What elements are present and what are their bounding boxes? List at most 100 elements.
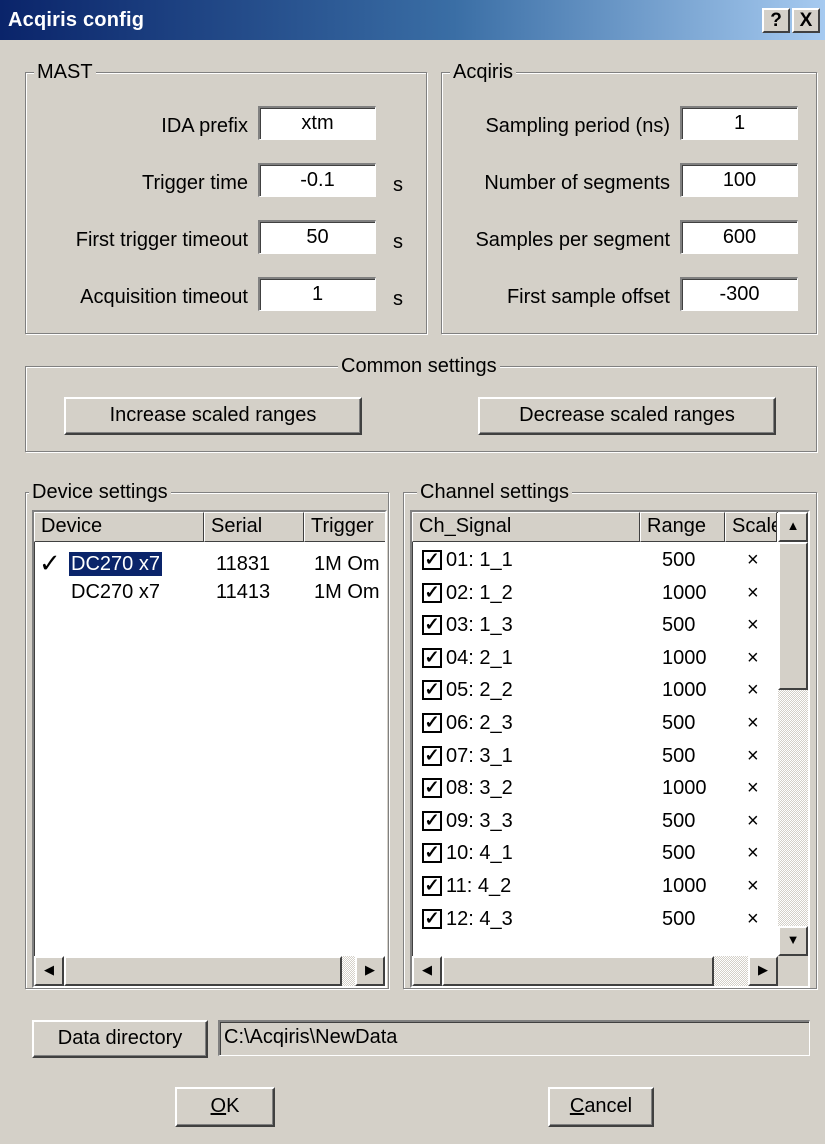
channel-scale: ×	[747, 646, 759, 669]
channel-signal: 01: 1_1	[446, 549, 513, 571]
channel-signal: 02: 1_2	[446, 581, 513, 604]
channel-signal: 12: 4_3	[446, 907, 513, 930]
device-column-header[interactable]: Device	[34, 512, 204, 542]
channel-signal: 11: 4_2	[446, 875, 512, 897]
channel-vscroll-thumb[interactable]	[778, 542, 808, 690]
samples-per-segment-field[interactable]: 600	[680, 220, 798, 254]
device-row-trigger: 1M Om	[314, 553, 380, 575]
channel-range: 500	[662, 907, 696, 930]
channel-checkbox[interactable]: ✓	[422, 615, 442, 636]
scroll-left-icon[interactable]: ◀	[34, 956, 64, 986]
channel-scale: ×	[747, 809, 759, 832]
ida-prefix-label: IDA prefix	[161, 115, 248, 137]
channel-range: 500	[662, 744, 696, 767]
ok-button[interactable]: OK	[175, 1087, 275, 1127]
device-hscroll-thumb[interactable]	[64, 956, 342, 986]
title-bar[interactable]: Acqiris config ? X	[0, 0, 825, 40]
sampling-period-field[interactable]: 1	[680, 106, 798, 140]
channel-settings-title: Channel settings	[417, 480, 572, 504]
channel-range: 1000	[662, 875, 707, 897]
cancel-label: ancel	[584, 1095, 633, 1117]
close-button[interactable]: X	[792, 8, 820, 33]
first-trigger-timeout-field[interactable]: 50	[258, 220, 376, 254]
device-settings-title: Device settings	[29, 480, 171, 504]
channel-scale: ×	[747, 744, 759, 767]
trigger-column-header[interactable]: Trigger	[304, 512, 385, 542]
channel-range: 500	[662, 809, 696, 832]
number-of-segments-label: Number of segments	[484, 172, 670, 194]
channel-checkbox[interactable]: ✓	[422, 843, 442, 864]
channel-checkbox[interactable]: ✓	[422, 810, 442, 831]
scroll-down-icon[interactable]: ▼	[778, 926, 808, 956]
channel-checkbox[interactable]: ✓	[422, 745, 442, 766]
channel-range: 500	[662, 614, 696, 637]
channel-signal: 05: 2_2	[446, 679, 513, 702]
scroll-corner	[778, 956, 808, 986]
channel-signal: 07: 3_1	[446, 744, 513, 767]
ok-label: K	[226, 1095, 240, 1117]
mast-group-title: MAST	[34, 60, 96, 84]
channel-checkbox[interactable]: ✓	[422, 550, 442, 570]
first-trigger-timeout-unit: s	[393, 231, 403, 253]
scroll-right-icon[interactable]: ▶	[748, 956, 778, 986]
acquisition-timeout-field[interactable]: 1	[258, 277, 376, 311]
decrease-scaled-ranges-button[interactable]: Decrease scaled ranges	[478, 397, 776, 435]
first-sample-offset-field[interactable]: -300	[680, 277, 798, 311]
channel-checkbox[interactable]: ✓	[422, 582, 442, 603]
channel-range: 500	[662, 842, 696, 865]
channel-range: 1000	[662, 679, 707, 702]
channel-scale: ×	[747, 777, 759, 800]
increase-scaled-ranges-button[interactable]: Increase scaled ranges	[64, 397, 362, 435]
scroll-up-icon[interactable]: ▲	[778, 512, 808, 542]
acquisition-timeout-label: Acquisition timeout	[80, 286, 248, 308]
channel-checkbox[interactable]: ✓	[422, 876, 442, 896]
scroll-left-icon[interactable]: ◀	[412, 956, 442, 986]
ok-accelerator: O	[210, 1095, 227, 1117]
channel-range: 1000	[662, 581, 707, 604]
channel-checkbox[interactable]: ✓	[422, 908, 442, 929]
first-trigger-timeout-label: First trigger timeout	[75, 229, 248, 251]
window-title: Acqiris config	[8, 9, 145, 31]
data-directory-field[interactable]: C:\Acqiris\NewData	[218, 1020, 810, 1056]
data-directory-button[interactable]: Data directory	[32, 1020, 208, 1058]
cancel-accelerator: C	[569, 1095, 585, 1117]
channel-scale: ×	[747, 549, 759, 571]
channel-checkbox[interactable]: ✓	[422, 713, 442, 733]
trigger-time-field[interactable]: -0.1	[258, 163, 376, 197]
channel-checkbox[interactable]: ✓	[422, 647, 442, 668]
range-column-header[interactable]: Range	[640, 512, 725, 542]
ch-signal-column-header[interactable]: Ch_Signal	[412, 512, 640, 542]
scale-column-header[interactable]: Scale	[725, 512, 777, 542]
help-button[interactable]: ?	[762, 8, 790, 33]
channel-list[interactable]: Ch_Signal Range Scale ✓01: 1_1500×✓02: 1…	[410, 510, 810, 988]
ida-prefix-field[interactable]: xtm	[258, 106, 376, 140]
scroll-right-icon[interactable]: ▶	[355, 956, 385, 986]
channel-signal: 10: 4_1	[446, 842, 513, 865]
channel-checkbox[interactable]: ✓	[422, 680, 442, 701]
number-of-segments-field[interactable]: 100	[680, 163, 798, 197]
device-list[interactable]: Device Serial Trigger ✓ DC270 x7 11831 1…	[32, 510, 387, 988]
device-row-name[interactable]: DC270 x7	[71, 580, 160, 604]
cancel-button[interactable]: Cancel	[548, 1087, 654, 1127]
channel-signal: 03: 1_3	[446, 614, 513, 637]
acqiris-group-title: Acqiris	[450, 60, 517, 84]
device-row-check: ✓	[39, 548, 61, 578]
samples-per-segment-label: Samples per segment	[475, 229, 670, 251]
channel-scale: ×	[747, 712, 759, 734]
channel-signal: 06: 2_3	[446, 712, 513, 734]
channel-checkbox[interactable]: ✓	[422, 778, 442, 799]
channel-signal: 08: 3_2	[446, 777, 513, 800]
trigger-time-unit: s	[393, 174, 403, 196]
channel-hscroll-thumb[interactable]	[442, 956, 714, 986]
channel-range: 500	[662, 712, 696, 734]
channel-scale: ×	[747, 581, 759, 604]
channel-scale: ×	[747, 842, 759, 865]
channel-signal: 04: 2_1	[446, 646, 513, 669]
sampling-period-label: Sampling period (ns)	[485, 115, 670, 137]
channel-range: 1000	[662, 646, 707, 669]
device-row-serial: 11413	[216, 581, 271, 603]
channel-scale: ×	[747, 679, 759, 702]
serial-column-header[interactable]: Serial	[204, 512, 304, 542]
channel-range: 500	[662, 549, 696, 571]
device-row-name[interactable]: DC270 x7	[68, 551, 163, 577]
